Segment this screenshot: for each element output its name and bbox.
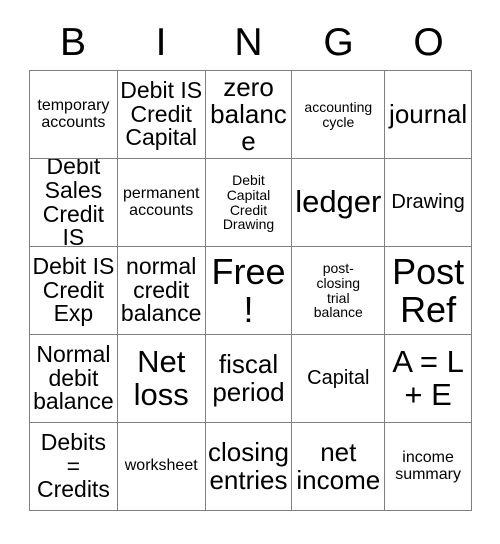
bingo-cell-text: Debits = Credits bbox=[36, 428, 110, 503]
header-letter-b-text: B bbox=[59, 20, 86, 64]
bingo-cell-text: Debit IS Credit Exp bbox=[32, 252, 115, 327]
bingo-cell-text: Normal debit balance bbox=[33, 340, 114, 415]
bingo-cell[interactable]: Debit Sales Credit IS bbox=[30, 159, 118, 247]
bingo-cell[interactable]: accounting cycle bbox=[292, 71, 386, 159]
bingo-header: B I N G O bbox=[29, 14, 472, 70]
bingo-row: Debit IS Credit Exp normal credit balanc… bbox=[30, 247, 472, 335]
header-letter-i: I bbox=[117, 23, 205, 62]
header-letter-g-text: G bbox=[323, 20, 354, 64]
bingo-cell[interactable]: income summary bbox=[385, 423, 472, 511]
bingo-cell-text: A = L + E bbox=[392, 344, 464, 412]
header-letter-g: G bbox=[292, 23, 385, 62]
bingo-grid: temporary accounts Debit IS Credit Capit… bbox=[29, 70, 472, 511]
bingo-cell-text: accounting cycle bbox=[304, 98, 373, 130]
header-letter-i-text: I bbox=[155, 20, 167, 64]
bingo-cell[interactable]: fiscal period bbox=[205, 335, 293, 423]
bingo-cell[interactable]: zero balance bbox=[205, 71, 293, 159]
bingo-cell[interactable]: A = L + E bbox=[385, 335, 472, 423]
bingo-cell-text: Drawing bbox=[391, 191, 465, 214]
bingo-cell-text: Debit Capital Credit Drawing bbox=[222, 172, 275, 233]
bingo-cell-text: closing entries bbox=[208, 437, 289, 495]
bingo-cell-text: Debit Sales Credit IS bbox=[42, 159, 105, 247]
bingo-cell[interactable]: post- closing trial balance bbox=[292, 247, 386, 335]
bingo-cell-text: permanent accounts bbox=[122, 184, 200, 219]
bingo-row: temporary accounts Debit IS Credit Capit… bbox=[30, 71, 472, 159]
bingo-cell[interactable]: Normal debit balance bbox=[30, 335, 118, 423]
bingo-cell[interactable]: normal credit balance bbox=[117, 247, 206, 335]
bingo-cell-text: worksheet bbox=[124, 457, 198, 475]
bingo-cell[interactable]: Capital bbox=[292, 335, 386, 423]
header-letter-o-text: O bbox=[413, 20, 444, 64]
bingo-cell[interactable]: Drawing bbox=[385, 159, 472, 247]
header-letter-b: B bbox=[29, 23, 117, 62]
bingo-cell[interactable]: journal bbox=[385, 71, 472, 159]
bingo-cell[interactable]: temporary accounts bbox=[30, 71, 118, 159]
bingo-row: Debits = Credits worksheet closing entri… bbox=[30, 423, 472, 511]
bingo-cell-text: Capital bbox=[307, 367, 370, 390]
bingo-cell[interactable]: Debits = Credits bbox=[30, 423, 118, 511]
bingo-cell-free-space[interactable]: Free! bbox=[205, 247, 293, 335]
bingo-cell-text: temporary accounts bbox=[37, 96, 110, 131]
bingo-cell[interactable]: worksheet bbox=[117, 423, 206, 511]
bingo-cell-text: fiscal period bbox=[212, 349, 285, 407]
bingo-row: Normal debit balance Net loss fiscal per… bbox=[30, 335, 472, 423]
free-space-label: Free! bbox=[211, 251, 286, 330]
bingo-cell-text: ledger bbox=[295, 184, 382, 220]
bingo-cell[interactable]: closing entries bbox=[205, 423, 293, 511]
bingo-cell[interactable]: ledger bbox=[292, 159, 386, 247]
bingo-cell[interactable]: net income bbox=[292, 423, 386, 511]
bingo-cell-text: Net loss bbox=[133, 344, 189, 412]
header-letter-n: N bbox=[205, 23, 292, 62]
bingo-row: Debit Sales Credit IS permanent accounts… bbox=[30, 159, 472, 247]
bingo-card: B I N G O temporary accounts Debit IS Cr… bbox=[29, 14, 472, 511]
bingo-cell[interactable]: Debit IS Credit Exp bbox=[30, 247, 118, 335]
bingo-cell[interactable]: Post Ref bbox=[385, 247, 472, 335]
bingo-cell-text: Debit IS Credit Capital bbox=[120, 76, 203, 151]
bingo-cell-text: journal bbox=[389, 98, 468, 129]
bingo-cell[interactable]: Debit Capital Credit Drawing bbox=[205, 159, 293, 247]
bingo-cell-text: normal credit balance bbox=[120, 252, 202, 327]
bingo-cell[interactable]: Debit IS Credit Capital bbox=[117, 71, 206, 159]
bingo-cell-text: Post Ref bbox=[392, 251, 465, 330]
header-letter-o: O bbox=[385, 23, 472, 62]
header-letter-n-text: N bbox=[234, 20, 263, 64]
bingo-cell-text: zero balance bbox=[210, 71, 287, 157]
bingo-cell-text: net income bbox=[296, 437, 381, 495]
bingo-cell-text: income summary bbox=[395, 448, 461, 483]
bingo-cell-text: post- closing trial balance bbox=[313, 260, 363, 321]
bingo-cell[interactable]: Net loss bbox=[117, 335, 206, 423]
bingo-cell[interactable]: permanent accounts bbox=[117, 159, 206, 247]
